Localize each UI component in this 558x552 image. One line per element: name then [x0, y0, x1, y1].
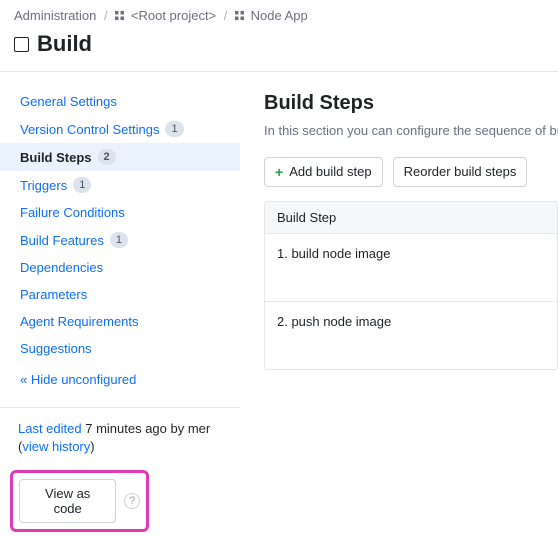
sidebar-item-suggestions[interactable]: Suggestions	[0, 335, 240, 362]
sidebar-item-dependencies[interactable]: Dependencies	[0, 254, 240, 281]
add-build-step-button[interactable]: + Add build step	[264, 157, 383, 187]
page-title-row: Build	[0, 29, 558, 71]
breadcrumb-admin[interactable]: Administration	[14, 8, 96, 23]
table-row[interactable]: 1. build node image	[265, 234, 557, 302]
table-header: Build Step	[265, 202, 557, 234]
sidebar-item-general-settings[interactable]: General Settings	[0, 88, 240, 115]
last-edited: Last edited 7 minutes ago by mer (view h…	[0, 420, 240, 456]
sidebar-item-label: Version Control Settings	[20, 122, 159, 137]
page-title: Build	[37, 31, 92, 57]
reorder-build-steps-button[interactable]: Reorder build steps	[393, 157, 528, 187]
sidebar-item-agent-requirements[interactable]: Agent Requirements	[0, 308, 240, 335]
last-edited-time: 7 minutes ago by mer	[85, 421, 210, 436]
sidebar-item-parameters[interactable]: Parameters	[0, 281, 240, 308]
sidebar-item-badge: 1	[110, 232, 128, 248]
view-as-code-button[interactable]: View as code	[19, 479, 116, 523]
view-as-code-highlight: View as code ?	[10, 470, 149, 532]
sidebar-item-build-features[interactable]: Build Features 1	[0, 226, 240, 254]
sidebar-item-label: Suggestions	[20, 341, 92, 356]
plus-icon: +	[275, 164, 283, 180]
sidebar-divider	[0, 407, 240, 408]
sidebar-item-failure-conditions[interactable]: Failure Conditions	[0, 199, 240, 226]
sidebar-item-build-steps[interactable]: Build Steps 2	[0, 143, 240, 171]
sidebar-item-label: Build Features	[20, 233, 104, 248]
hide-unconfigured-link[interactable]: « Hide unconfigured	[0, 362, 240, 401]
sidebar-item-badge: 1	[73, 177, 91, 193]
sidebar-item-label: Dependencies	[20, 260, 103, 275]
button-row: + Add build step Reorder build steps	[264, 157, 558, 187]
table-row[interactable]: 2. push node image	[265, 302, 557, 369]
build-config-icon	[14, 37, 29, 52]
section-description: In this section you can configure the se…	[264, 121, 558, 141]
breadcrumb-root[interactable]: <Root project>	[131, 8, 216, 23]
last-edited-link[interactable]: Last edited	[18, 421, 82, 436]
sidebar-item-badge: 2	[98, 149, 116, 165]
help-icon[interactable]: ?	[124, 493, 140, 509]
main-panel: Build Steps In this section you can conf…	[240, 72, 558, 552]
view-history-link[interactable]: view history	[22, 439, 90, 454]
add-build-step-label: Add build step	[289, 164, 371, 179]
project-icon	[235, 11, 244, 20]
sidebar-item-badge: 1	[165, 121, 183, 137]
breadcrumb-sep: /	[224, 8, 228, 23]
sidebar-item-label: Build Steps	[20, 150, 92, 165]
sidebar-item-version-control-settings[interactable]: Version Control Settings 1	[0, 115, 240, 143]
build-steps-table: Build Step 1. build node image2. push no…	[264, 201, 558, 370]
sidebar-item-label: Agent Requirements	[20, 314, 139, 329]
sidebar-item-label: Triggers	[20, 178, 67, 193]
sidebar-item-label: Failure Conditions	[20, 205, 125, 220]
breadcrumb-node[interactable]: Node App	[251, 8, 308, 23]
section-heading: Build Steps	[264, 92, 558, 115]
breadcrumb: Administration / <Root project> / Node A…	[0, 0, 558, 29]
breadcrumb-sep: /	[104, 8, 108, 23]
sidebar-item-label: General Settings	[20, 94, 117, 109]
sidebar: General Settings Version Control Settings…	[0, 72, 240, 552]
sidebar-item-label: Parameters	[20, 287, 87, 302]
sidebar-item-triggers[interactable]: Triggers 1	[0, 171, 240, 199]
project-icon	[115, 11, 124, 20]
